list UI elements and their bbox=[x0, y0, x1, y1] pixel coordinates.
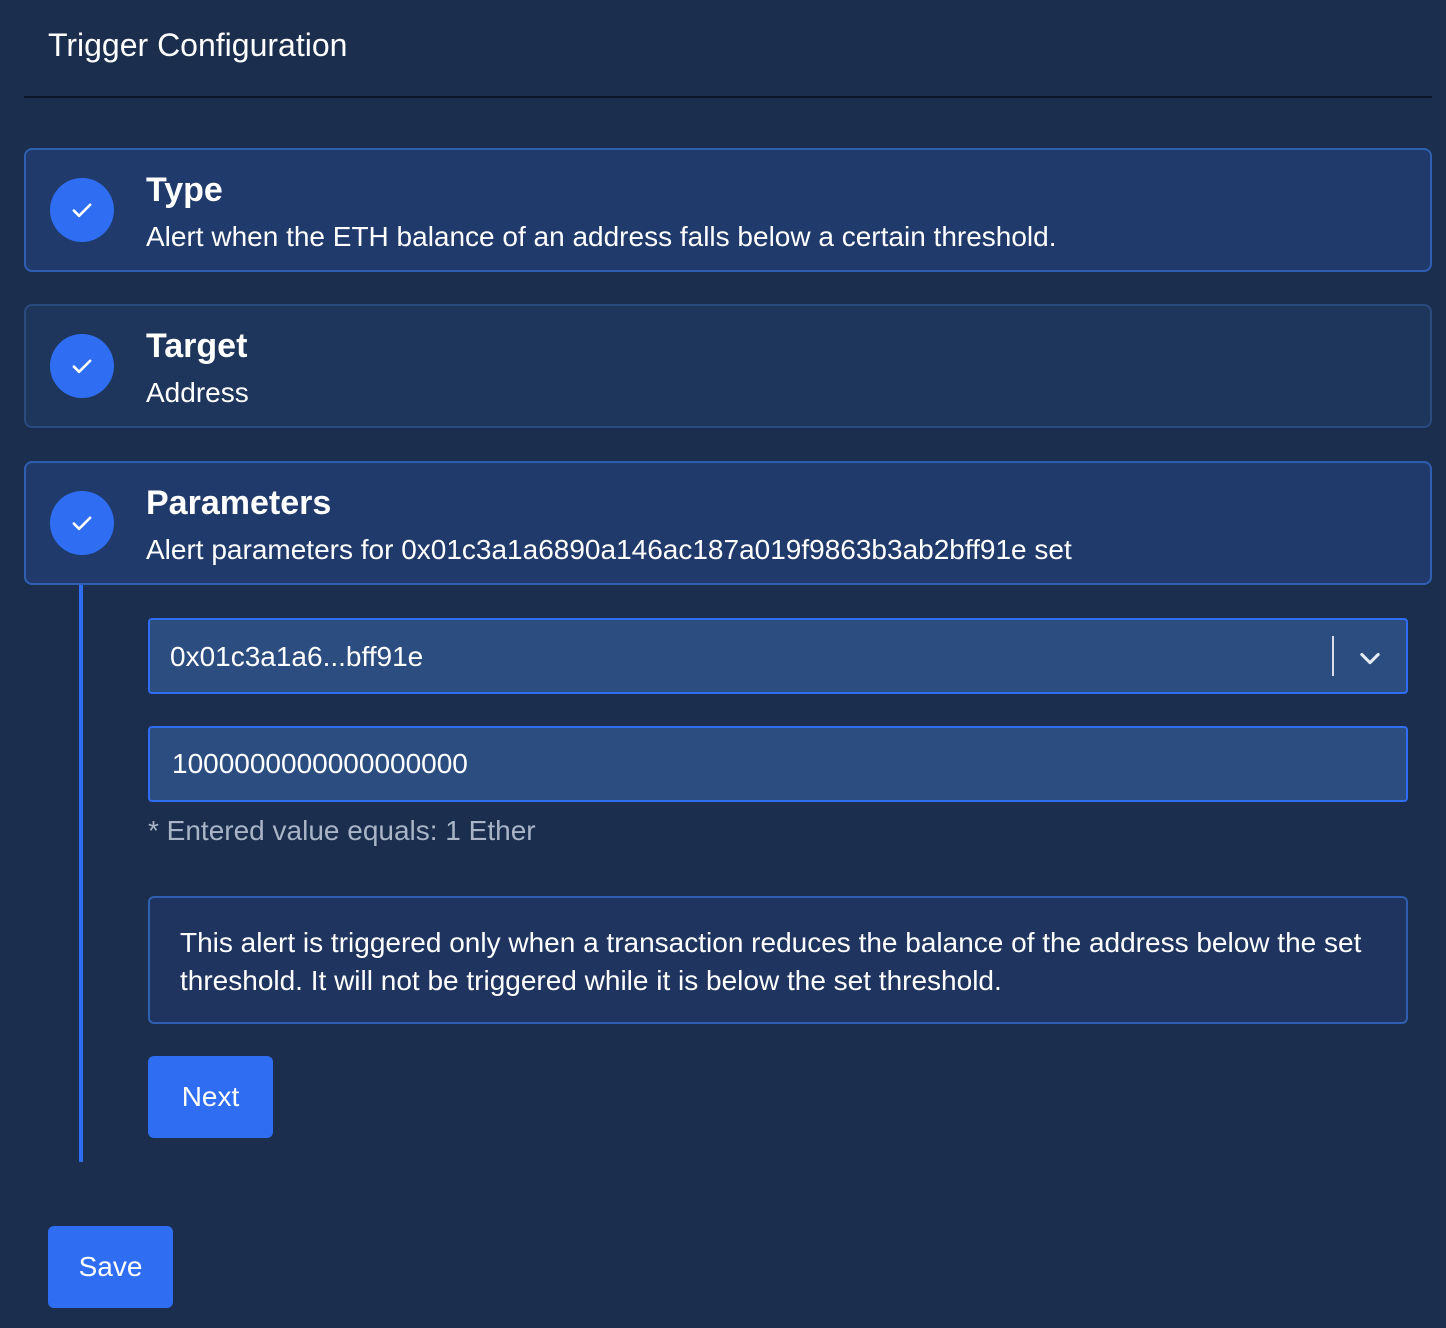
save-button[interactable]: Save bbox=[48, 1226, 173, 1308]
step-description: Alert parameters for 0x01c3a1a6890a146ac… bbox=[146, 534, 1072, 565]
check-icon bbox=[50, 334, 114, 398]
step-title: Target bbox=[146, 327, 248, 365]
step-target[interactable]: Target Address bbox=[24, 304, 1432, 428]
step-connector-line bbox=[79, 585, 83, 1162]
step-type[interactable]: Type Alert when the ETH balance of an ad… bbox=[24, 148, 1432, 272]
step-description: Alert when the ETH balance of an address… bbox=[146, 221, 1057, 252]
info-callout: This alert is triggered only when a tran… bbox=[148, 896, 1408, 1024]
chevron-down-icon[interactable] bbox=[1356, 644, 1384, 672]
check-icon bbox=[50, 178, 114, 242]
step-title: Parameters bbox=[146, 484, 332, 522]
trigger-configuration-page: Trigger Configuration Type Alert when th… bbox=[0, 0, 1446, 1328]
address-select[interactable]: 0x01c3a1a6...bff91e bbox=[148, 618, 1408, 694]
next-button[interactable]: Next bbox=[148, 1056, 273, 1138]
check-icon bbox=[50, 491, 114, 555]
step-description: Address bbox=[146, 377, 249, 408]
threshold-helper-text: * Entered value equals: 1 Ether bbox=[148, 815, 536, 846]
address-select-value: 0x01c3a1a6...bff91e bbox=[170, 641, 424, 672]
step-title: Type bbox=[146, 171, 223, 209]
page-title: Trigger Configuration bbox=[48, 27, 348, 63]
select-separator bbox=[1332, 636, 1334, 676]
threshold-input[interactable] bbox=[148, 726, 1408, 802]
step-parameters[interactable]: Parameters Alert parameters for 0x01c3a1… bbox=[24, 461, 1432, 585]
header-divider bbox=[24, 96, 1432, 98]
